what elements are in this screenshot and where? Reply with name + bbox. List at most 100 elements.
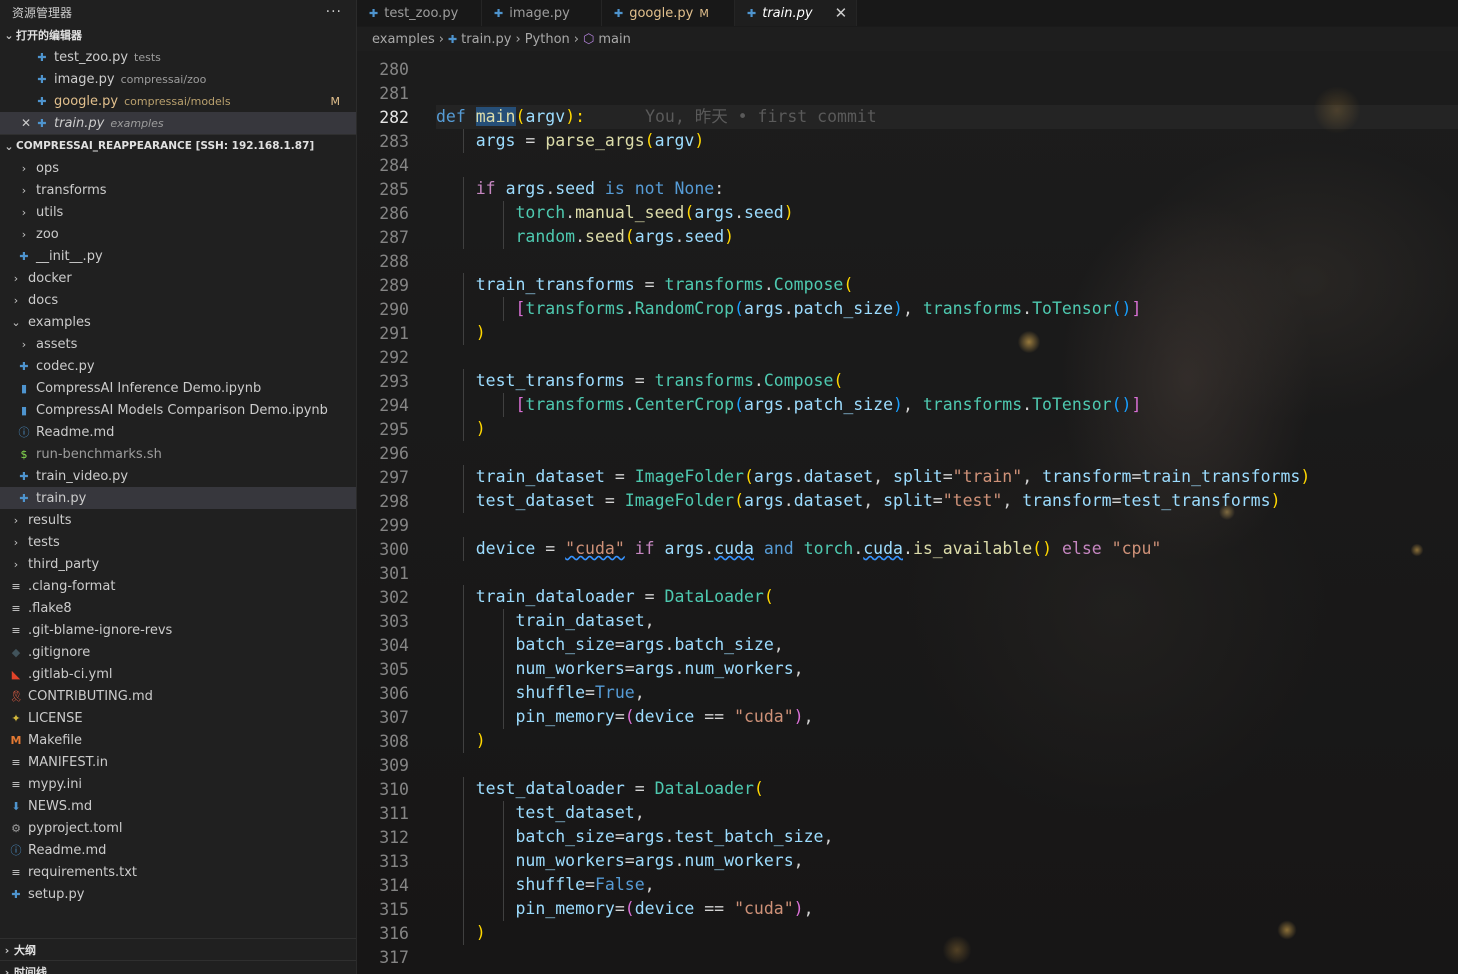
- file-name: LICENSE: [28, 710, 83, 726]
- code-token: =: [634, 587, 665, 606]
- code-line: 297 train_dataset = ImageFolder(args.dat…: [357, 465, 1458, 489]
- tab-label: train.py: [762, 5, 813, 21]
- file-item[interactable]: ⬇ NEWS.md: [0, 795, 356, 817]
- folder-item[interactable]: › results: [0, 509, 356, 531]
- file-item[interactable]: ≡ .git-blame-ignore-revs: [0, 619, 356, 641]
- code-line: 296: [357, 441, 1458, 465]
- code-text: shuffle=True,: [436, 681, 1458, 705]
- code-token: RandomCrop: [634, 299, 735, 318]
- tab-image-py[interactable]: ✚ image.py: [482, 0, 602, 26]
- line-number: 289: [379, 275, 409, 295]
- folder-item[interactable]: › ops: [0, 157, 356, 179]
- breadcrumb-folder[interactable]: examples: [372, 32, 435, 47]
- code-token: seed: [585, 227, 625, 246]
- close-icon[interactable]: ✕: [18, 116, 34, 130]
- open-editor-item[interactable]: ✚ test_zoo.py tests: [0, 46, 356, 68]
- code-token: (): [1111, 299, 1132, 318]
- file-item[interactable]: ≡ mypy.ini: [0, 773, 356, 795]
- code-token: train_dataloader: [475, 587, 635, 606]
- code-token: =: [614, 827, 625, 846]
- line-number: 284: [379, 155, 409, 175]
- folder-item[interactable]: › zoo: [0, 223, 356, 245]
- code-token: ):: [565, 107, 586, 126]
- code-token: ==: [694, 707, 735, 726]
- file-item[interactable]: $ run-benchmarks.sh: [0, 443, 356, 465]
- file-item[interactable]: ≡ requirements.txt: [0, 861, 356, 883]
- code-text: ): [436, 417, 1458, 441]
- code-line: 306 shuffle=True,: [357, 681, 1458, 705]
- file-item[interactable]: ✚ codec.py: [0, 355, 356, 377]
- code-token: .: [793, 467, 804, 486]
- python-file-icon: ✚: [37, 116, 47, 130]
- tab-test_zoo-py[interactable]: ✚ test_zoo.py: [357, 0, 482, 26]
- code-token: "train": [952, 467, 1023, 486]
- timeline-section[interactable]: › 时间线: [0, 960, 356, 974]
- code-token: ): [475, 419, 486, 438]
- file-item[interactable]: ◆ .gitignore: [0, 641, 356, 663]
- line-number: 299: [379, 515, 409, 535]
- symbol-method-icon: ⬡: [582, 31, 595, 47]
- python-file-icon: ✚: [37, 94, 47, 108]
- breadcrumb-language[interactable]: Python: [525, 32, 570, 47]
- folder-item[interactable]: › tests: [0, 531, 356, 553]
- file-item[interactable]: ⓘ Readme.md: [0, 839, 356, 861]
- project-section[interactable]: ⌄ COMPRESSAI_REAPPEARANCE [SSH: 192.168.…: [0, 134, 356, 157]
- indent-guide: [463, 585, 464, 609]
- file-item[interactable]: M Makefile: [0, 729, 356, 751]
- tab-google-py[interactable]: ✚ google.py M: [602, 0, 735, 26]
- explorer-title: 资源管理器: [12, 5, 73, 20]
- open-editor-item[interactable]: ✕ ✚ train.py examples: [0, 112, 356, 134]
- code-line: 293 test_transforms = transforms.Compose…: [357, 369, 1458, 393]
- file-item[interactable]: ≡ MANIFEST.in: [0, 751, 356, 773]
- folder-item[interactable]: ⌄ examples: [0, 311, 356, 333]
- folder-item[interactable]: › third_party: [0, 553, 356, 575]
- open-editor-item[interactable]: ✚ google.py compressai/models M: [0, 90, 356, 112]
- file-item[interactable]: ⓘ Readme.md: [0, 421, 356, 443]
- indent-guide: [503, 297, 504, 321]
- code-token: (: [624, 899, 635, 918]
- file-item[interactable]: ◣ .gitlab-ci.yml: [0, 663, 356, 685]
- line-number: 286: [379, 203, 409, 223]
- file-item[interactable]: ✦ LICENSE: [0, 707, 356, 729]
- folder-item[interactable]: › docker: [0, 267, 356, 289]
- code-token: dataset: [793, 491, 864, 510]
- open-editors-section[interactable]: ⌄ 打开的编辑器: [0, 24, 356, 46]
- file-item[interactable]: ✚ __init__.py: [0, 245, 356, 267]
- chevron-right-icon: ›: [4, 943, 10, 957]
- code-token: ToTensor: [1032, 395, 1112, 414]
- file-item[interactable]: ≡ .clang-format: [0, 575, 356, 597]
- folder-item[interactable]: › docs: [0, 289, 356, 311]
- folder-item[interactable]: › utils: [0, 201, 356, 223]
- indent-guide: [503, 705, 504, 729]
- code-token: test_transforms: [1121, 491, 1271, 510]
- more-actions-icon[interactable]: ···: [326, 4, 342, 20]
- file-item[interactable]: ✚ train_video.py: [0, 465, 356, 487]
- file-item[interactable]: ✚ train.py: [0, 487, 356, 509]
- outline-section[interactable]: › 大纲: [0, 938, 356, 961]
- file-item[interactable]: ▮ CompressAI Inference Demo.ipynb: [0, 377, 356, 399]
- tab-label: image.py: [509, 5, 570, 21]
- file-item[interactable]: ⚙ pyproject.toml: [0, 817, 356, 839]
- line-number: 305: [379, 659, 409, 679]
- tab-train-py[interactable]: ✚ train.py ✕: [735, 0, 857, 26]
- open-editor-item[interactable]: ✚ image.py compressai/zoo: [0, 68, 356, 90]
- python-file-icon: ✚: [369, 6, 379, 20]
- chevron-right-icon: ›: [21, 227, 27, 241]
- code-editor[interactable]: 280 281 282 def main(argv): You, 昨天 • first …: [357, 57, 1458, 969]
- breadcrumb-file[interactable]: train.py: [461, 32, 511, 47]
- code-token: torch: [515, 203, 566, 222]
- folder-item[interactable]: › assets: [0, 333, 356, 355]
- line-number: 303: [379, 611, 409, 631]
- code-line: 308 ): [357, 729, 1458, 753]
- code-line: 292: [357, 345, 1458, 369]
- line-number: 313: [379, 851, 409, 871]
- file-item[interactable]: 🎗 CONTRIBUTING.md: [0, 685, 356, 707]
- breadcrumb-symbol[interactable]: main: [598, 32, 630, 47]
- file-item[interactable]: ▮ CompressAI Models Comparison Demo.ipynb: [0, 399, 356, 421]
- file-item[interactable]: ≡ .flake8: [0, 597, 356, 619]
- indent-guide: [503, 681, 504, 705]
- close-tab-icon[interactable]: ✕: [835, 4, 848, 22]
- folder-item[interactable]: › transforms: [0, 179, 356, 201]
- file-item[interactable]: ✚ setup.py: [0, 883, 356, 905]
